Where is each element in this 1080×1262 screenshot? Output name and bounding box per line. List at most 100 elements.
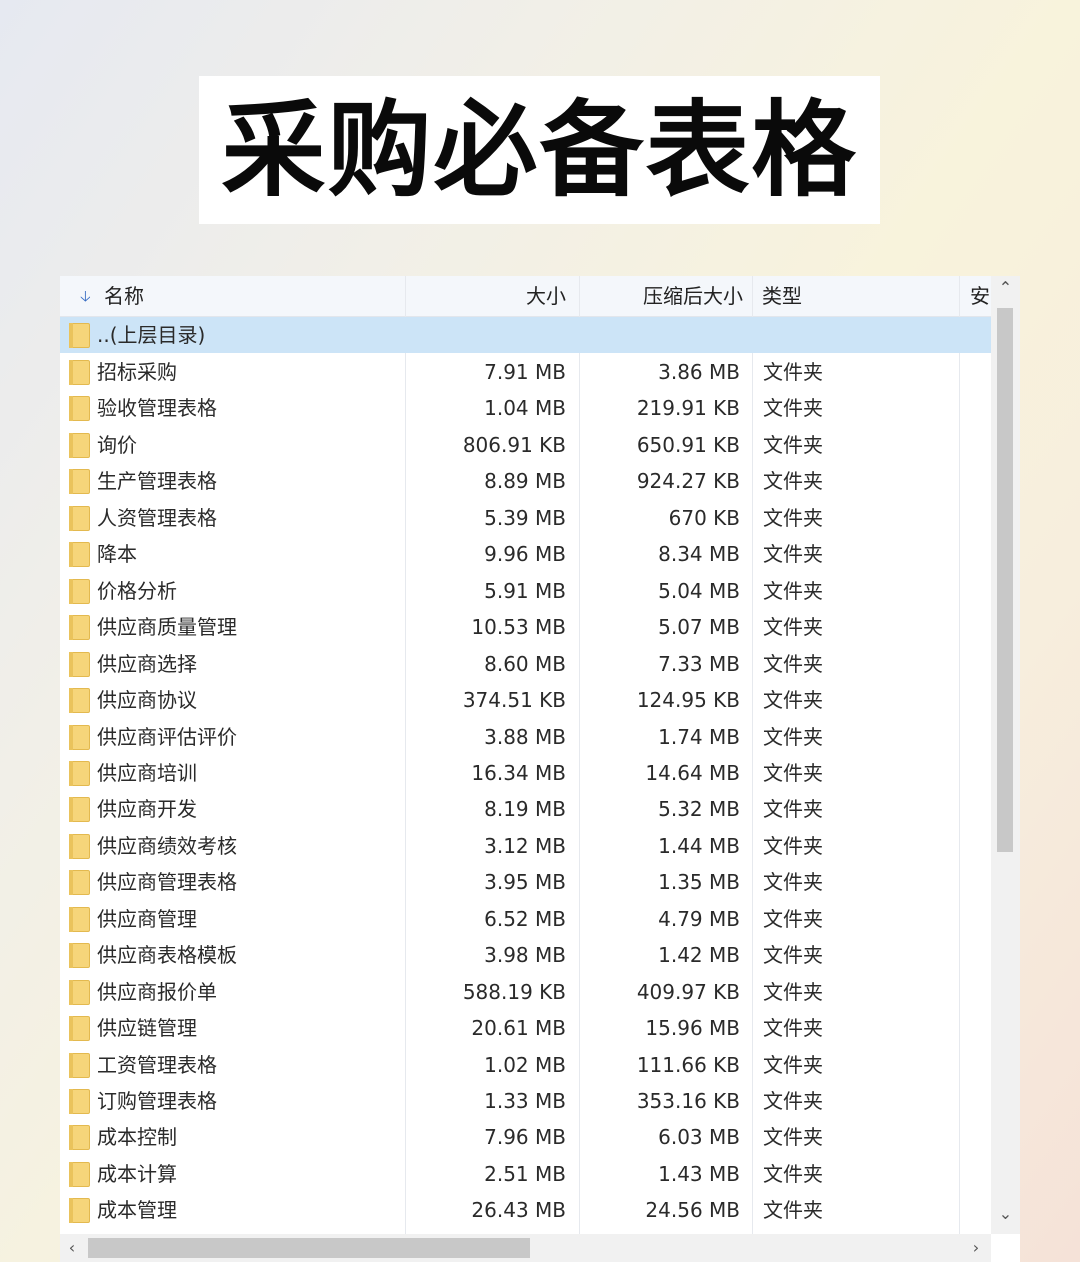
row-name: ..(上层目录) — [97, 323, 206, 347]
vertical-scroll-thumb[interactable] — [997, 308, 1013, 852]
folder-icon — [69, 1052, 90, 1078]
row-size: 5.91 MB — [484, 578, 566, 603]
title-banner: 采购必备表格 — [199, 76, 880, 224]
row-type: 文件夹 — [763, 432, 823, 457]
column-size-header[interactable]: 大小 — [406, 276, 566, 316]
table-row[interactable]: 供应商开发 8.19 MB 5.32 MB 文件夹 — [60, 791, 991, 827]
parent-directory-row[interactable]: ..(上层目录) — [60, 317, 991, 353]
row-name: 工资管理表格 — [97, 1052, 217, 1077]
folder-icon — [69, 688, 90, 714]
row-name: 供应商表格模板 — [97, 943, 237, 968]
row-compressed-size: 924.27 KB — [636, 469, 740, 494]
row-size: 3.98 MB — [484, 943, 566, 968]
horizontal-scrollbar[interactable]: ‹ › — [60, 1234, 991, 1262]
row-name: 询价 — [97, 432, 137, 457]
table-row[interactable]: 供应链管理 20.61 MB 15.96 MB 文件夹 — [60, 1010, 991, 1046]
table-row[interactable]: 人资管理表格 5.39 MB 670 KB 文件夹 — [60, 500, 991, 536]
row-size: 7.96 MB — [484, 1125, 566, 1150]
column-type-header[interactable]: 类型 — [762, 276, 952, 316]
row-size: 3.95 MB — [484, 870, 566, 895]
row-compressed-size: 1.44 MB — [658, 833, 740, 858]
table-row[interactable]: 供应商质量管理 10.53 MB 5.07 MB 文件夹 — [60, 609, 991, 645]
chevron-down-icon[interactable]: ⌄ — [991, 1204, 1020, 1223]
row-size: 2.51 MB — [484, 1161, 566, 1186]
column-compressed-header[interactable]: 压缩后大小 — [580, 276, 743, 316]
table-row[interactable]: 生产管理表格 8.89 MB 924.27 KB 文件夹 — [60, 463, 991, 499]
chevron-left-icon[interactable]: ‹ — [64, 1238, 80, 1258]
row-name: 供应商协议 — [97, 688, 197, 713]
row-name: 降本 — [97, 542, 137, 567]
chevron-right-icon[interactable]: › — [968, 1238, 984, 1258]
row-compressed-size: 124.95 KB — [636, 688, 740, 713]
folder-icon — [69, 323, 90, 348]
table-row[interactable]: 订购管理表格 1.33 MB 353.16 KB 文件夹 — [60, 1083, 991, 1119]
row-size: 8.19 MB — [484, 797, 566, 822]
row-type: 文件夹 — [763, 943, 823, 968]
column-name-header[interactable]: 名称 — [104, 276, 404, 316]
row-type: 文件夹 — [763, 833, 823, 858]
row-type: 文件夹 — [763, 1089, 823, 1113]
folder-icon — [69, 1161, 90, 1187]
folder-icon — [69, 1125, 90, 1151]
table-row[interactable]: 成本计算 2.51 MB 1.43 MB 文件夹 — [60, 1156, 991, 1192]
folder-icon — [69, 870, 90, 896]
folder-icon — [69, 651, 90, 677]
table-row[interactable]: 验收管理表格 1.04 MB 219.91 KB 文件夹 — [60, 390, 991, 426]
row-size: 374.51 KB — [462, 688, 566, 713]
folder-icon — [69, 578, 90, 604]
row-size: 1.02 MB — [484, 1052, 566, 1077]
folder-icon — [69, 396, 90, 422]
table-row[interactable]: 成本控制 7.96 MB 6.03 MB 文件夹 — [60, 1119, 991, 1155]
folder-icon — [69, 615, 90, 641]
row-name: 供应商质量管理 — [97, 615, 237, 640]
table-row[interactable]: 降本 9.96 MB 8.34 MB 文件夹 — [60, 536, 991, 572]
column-partial-header[interactable]: 安 — [970, 276, 991, 316]
vertical-scrollbar[interactable]: ⌃ ⌄ — [991, 276, 1020, 1234]
folder-icon — [69, 833, 90, 859]
row-size: 588.19 KB — [462, 979, 566, 1004]
table-row[interactable]: 招标采购 7.91 MB 3.86 MB 文件夹 — [60, 354, 991, 390]
table-row[interactable]: 供应商绩效考核 3.12 MB 1.44 MB 文件夹 — [60, 828, 991, 864]
table-row[interactable]: 供应商管理表格 3.95 MB 1.35 MB 文件夹 — [60, 864, 991, 900]
table-row[interactable]: 价格分析 5.91 MB 5.04 MB 文件夹 — [60, 573, 991, 609]
row-type: 文件夹 — [763, 651, 823, 676]
row-type: 文件夹 — [763, 1198, 823, 1223]
row-name: 供应商开发 — [97, 797, 197, 822]
table-row[interactable]: 供应商报价单 588.19 KB 409.97 KB 文件夹 — [60, 974, 991, 1010]
table-row[interactable]: 工资管理表格 1.02 MB 111.66 KB 文件夹 — [60, 1047, 991, 1083]
row-type: 文件夹 — [763, 797, 823, 822]
row-compressed-size: 219.91 KB — [636, 396, 740, 421]
chevron-up-icon[interactable]: ⌃ — [991, 278, 1020, 297]
row-type: 文件夹 — [763, 688, 823, 713]
row-compressed-size: 8.34 MB — [658, 542, 740, 567]
column-header: 🡣 名称 大小 压缩后大小 类型 安 — [60, 276, 991, 317]
page-title: 采购必备表格 — [221, 89, 858, 211]
row-size: 8.89 MB — [484, 469, 566, 494]
row-name: 价格分析 — [97, 578, 177, 603]
row-name: 供应商评估评价 — [97, 724, 237, 749]
table-row[interactable]: 供应商协议 374.51 KB 124.95 KB 文件夹 — [60, 682, 991, 718]
folder-icon — [69, 906, 90, 932]
folder-icon — [69, 432, 90, 458]
table-row[interactable]: 询价 806.91 KB 650.91 KB 文件夹 — [60, 427, 991, 463]
row-name: 成本管理 — [97, 1198, 177, 1223]
row-size: 1.33 MB — [484, 1089, 566, 1113]
row-compressed-size: 24.56 MB — [645, 1198, 740, 1223]
horizontal-scroll-thumb[interactable] — [88, 1238, 530, 1258]
row-type: 文件夹 — [763, 360, 823, 384]
table-row[interactable]: 供应商管理 6.52 MB 4.79 MB 文件夹 — [60, 901, 991, 937]
row-compressed-size: 5.32 MB — [658, 797, 740, 822]
table-row[interactable]: 成本管理 26.43 MB 24.56 MB 文件夹 — [60, 1192, 991, 1228]
row-size: 6.52 MB — [484, 906, 566, 931]
table-row[interactable]: 供应商培训 16.34 MB 14.64 MB 文件夹 — [60, 755, 991, 791]
row-size: 5.39 MB — [484, 505, 566, 530]
row-type: 文件夹 — [763, 760, 823, 785]
row-size: 10.53 MB — [471, 615, 566, 640]
table-row[interactable]: 供应商评估评价 3.88 MB 1.74 MB 文件夹 — [60, 719, 991, 755]
table-row[interactable]: 供应商表格模板 3.98 MB 1.42 MB 文件夹 — [60, 937, 991, 973]
row-name: 成本控制 — [97, 1125, 177, 1150]
table-row[interactable]: 供应商选择 8.60 MB 7.33 MB 文件夹 — [60, 646, 991, 682]
row-name: 供应商选择 — [97, 651, 197, 676]
row-size: 3.88 MB — [484, 724, 566, 749]
row-compressed-size: 1.74 MB — [658, 724, 740, 749]
